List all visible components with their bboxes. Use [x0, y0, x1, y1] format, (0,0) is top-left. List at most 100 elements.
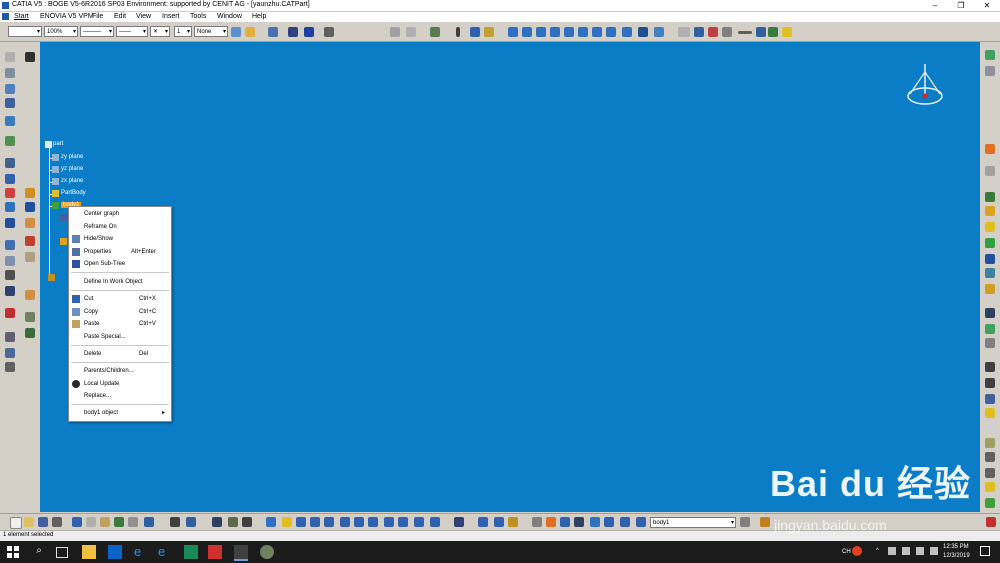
corner-icon[interactable] — [768, 27, 778, 37]
menu-edit[interactable]: Edit — [114, 13, 126, 20]
ctx-define-in-work[interactable]: Define In Work Object — [69, 276, 171, 288]
compass-tb-icon[interactable] — [604, 517, 614, 527]
split-icon[interactable] — [638, 27, 648, 37]
app-red-icon[interactable] — [208, 545, 222, 559]
render-style-icon[interactable] — [985, 284, 995, 294]
point-combo[interactable]: ✕ ▾ — [150, 26, 170, 37]
catia-logo-icon[interactable] — [2, 13, 9, 20]
update-tb-icon[interactable] — [546, 517, 556, 527]
swap-tb-icon[interactable] — [430, 517, 440, 527]
formula-icon[interactable] — [288, 27, 298, 37]
union-trim-icon[interactable] — [25, 290, 35, 300]
add-icon[interactable] — [25, 218, 35, 228]
catia-taskbar-icon[interactable] — [234, 545, 248, 561]
scale-tool-icon[interactable] — [5, 362, 15, 372]
vice-icon[interactable] — [678, 27, 690, 37]
intersect-icon[interactable] — [25, 252, 35, 262]
workbench-icon[interactable] — [985, 50, 995, 60]
tools-icon[interactable] — [740, 517, 750, 527]
revolve-icon[interactable] — [522, 27, 532, 37]
loft-icon[interactable] — [606, 27, 616, 37]
thick-tool-icon[interactable] — [5, 308, 15, 318]
zoom-in-tb-icon[interactable] — [324, 517, 334, 527]
chamfer-tool-icon[interactable] — [5, 218, 15, 228]
remove-icon[interactable] — [25, 236, 35, 246]
measure-icon[interactable] — [694, 27, 704, 37]
point-icon[interactable] — [456, 27, 460, 37]
snap-icon[interactable] — [324, 27, 334, 37]
body-icon[interactable] — [52, 202, 59, 209]
file-explorer-icon[interactable] — [82, 545, 96, 559]
feature-icon[interactable] — [60, 214, 67, 221]
thread-tool-icon[interactable] — [5, 270, 15, 280]
pad-tool-icon[interactable] — [5, 84, 15, 94]
rib-tool-icon[interactable] — [5, 174, 15, 184]
edge-icon[interactable]: e — [158, 545, 172, 559]
maximize-button[interactable]: ❐ — [948, 0, 974, 11]
rotate-tb-icon[interactable] — [310, 517, 320, 527]
measure-between-icon[interactable] — [985, 362, 995, 372]
plane-icon[interactable] — [484, 27, 494, 37]
tree-partbody[interactable]: PartBody — [61, 190, 86, 196]
layer-small-combo[interactable]: 1 ▾ — [174, 26, 192, 37]
comment-icon[interactable] — [186, 517, 196, 527]
ctx-cut[interactable]: Cut Ctrl+X — [69, 293, 171, 305]
properties-icon[interactable] — [245, 27, 255, 37]
zoom-out-icon[interactable] — [985, 238, 995, 248]
table-icon[interactable] — [212, 517, 222, 527]
menu-help[interactable]: Help — [252, 13, 266, 20]
catalog-icon[interactable] — [985, 422, 995, 432]
views-icon[interactable] — [985, 268, 995, 278]
ctx-replace[interactable]: Replace... — [69, 390, 171, 402]
pocket-tool-icon[interactable] — [5, 98, 15, 108]
ctx-paste-special[interactable]: Paste Special... — [69, 331, 171, 343]
axis-icon[interactable] — [560, 517, 570, 527]
line-icon[interactable] — [470, 27, 480, 37]
pen-icon[interactable] — [985, 438, 995, 448]
info-icon[interactable] — [25, 52, 35, 62]
app-gear-icon[interactable] — [260, 545, 274, 559]
layer-combo[interactable]: None ▾ — [194, 26, 228, 37]
fit-icon[interactable] — [282, 517, 292, 527]
menu-insert[interactable]: Insert — [162, 13, 180, 20]
internet-explorer-icon[interactable]: e — [134, 545, 148, 559]
menu-enovia[interactable]: ENOVIA V5 VPM — [40, 13, 94, 20]
sketcher-icon[interactable] — [5, 68, 15, 78]
zoom-in-icon[interactable] — [985, 222, 995, 232]
redo-icon[interactable] — [128, 517, 138, 527]
mirror-tool-icon[interactable] — [5, 332, 15, 342]
fit-all-icon[interactable] — [985, 166, 995, 176]
clock-date[interactable]: 12/3/2019 — [943, 553, 970, 559]
menu-file[interactable]: File — [92, 13, 103, 20]
fill-icon[interactable] — [592, 27, 602, 37]
dotted-line-icon[interactable] — [738, 31, 752, 34]
new-icon[interactable] — [10, 517, 22, 529]
compass-icon[interactable] — [906, 62, 944, 108]
linetype-combo[interactable]: ——— ▾ — [80, 26, 114, 37]
menu-view[interactable]: View — [136, 13, 151, 20]
3d-viewport[interactable]: part zy plane yz plane zx plane PartBody… — [40, 42, 980, 512]
split-tool-icon[interactable] — [5, 286, 15, 296]
menu-start[interactable]: Start — [14, 13, 29, 20]
groove-tool-icon[interactable] — [5, 136, 15, 146]
partbody-icon[interactable] — [52, 190, 59, 197]
tree-plane-zy[interactable]: zy plane — [61, 154, 83, 160]
trim-icon[interactable] — [654, 27, 664, 37]
brush-icon[interactable] — [760, 517, 770, 527]
lineweight-combo[interactable]: —— ▾ — [116, 26, 148, 37]
multi-view-icon[interactable] — [368, 517, 378, 527]
draft-tool-icon[interactable] — [5, 240, 15, 250]
painter-icon[interactable] — [231, 27, 241, 37]
extrude-icon[interactable] — [508, 27, 518, 37]
slot-tool-icon[interactable] — [5, 188, 15, 198]
ctx-copy[interactable]: Copy Ctrl+C — [69, 306, 171, 318]
analysis-icon[interactable] — [708, 27, 718, 37]
fillet-tool-icon[interactable] — [5, 202, 15, 212]
part-icon[interactable] — [45, 141, 52, 148]
select-arrow-icon[interactable] — [985, 144, 995, 154]
notifications-icon[interactable] — [980, 546, 990, 556]
menu-window[interactable]: Window — [217, 13, 242, 20]
iso-view-icon[interactable] — [384, 517, 394, 527]
undo-icon[interactable] — [114, 517, 124, 527]
edit-icon[interactable] — [985, 452, 995, 462]
